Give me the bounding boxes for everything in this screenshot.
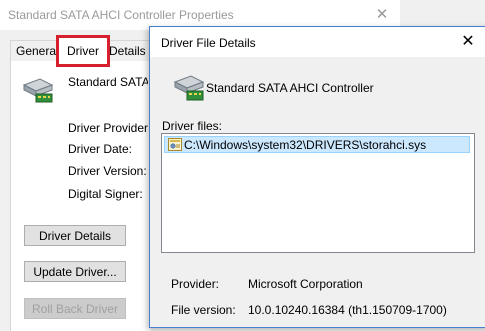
driver-files-list[interactable]: C:\Windows\system32\DRIVERS\storahci.sys (161, 133, 475, 253)
roll-back-driver-button: Roll Back Driver (24, 298, 126, 319)
list-item[interactable]: C:\Windows\system32\DRIVERS\storahci.sys (164, 136, 470, 153)
dialog-close-icon[interactable]: ✕ (450, 30, 485, 54)
driver-details-button[interactable]: Driver Details (24, 225, 126, 246)
digital-signer-label: Digital Signer: (68, 187, 143, 201)
storage-controller-icon (173, 75, 205, 101)
dialog-device-name: Standard SATA AHCI Controller (206, 81, 374, 95)
properties-window-title: Standard SATA AHCI Controller Properties (8, 8, 234, 22)
dialog-titlebar: Driver File Details ✕ (150, 27, 485, 57)
file-path: C:\Windows\system32\DRIVERS\storahci.sys (184, 138, 427, 152)
driver-version-label: Driver Version: (68, 164, 147, 178)
driver-file-details-dialog: Driver File Details ✕ Standard SATA AHCI… (149, 26, 485, 328)
driver-files-label: Driver files: (162, 119, 223, 133)
provider-value: Microsoft Corporation (248, 277, 363, 291)
driver-date-label: Driver Date: (68, 142, 133, 156)
provider-label: Provider: (171, 277, 220, 291)
file-version-label: File version: (171, 303, 236, 317)
tab-driver[interactable]: Driver (56, 35, 110, 67)
tab-details[interactable]: Details (104, 40, 154, 61)
file-version-value: 10.0.10240.16384 (th1.150709-1700) (248, 303, 447, 317)
storage-controller-icon (22, 78, 54, 103)
system-file-icon (168, 138, 182, 151)
tab-general[interactable]: General (10, 40, 62, 61)
dialog-title: Driver File Details (161, 36, 256, 50)
driver-provider-label: Driver Provider: (68, 121, 152, 135)
update-driver-button[interactable]: Update Driver... (24, 261, 126, 282)
properties-device-name: Standard SATA A (68, 75, 148, 89)
properties-close-icon[interactable]: ✕ (370, 4, 394, 26)
